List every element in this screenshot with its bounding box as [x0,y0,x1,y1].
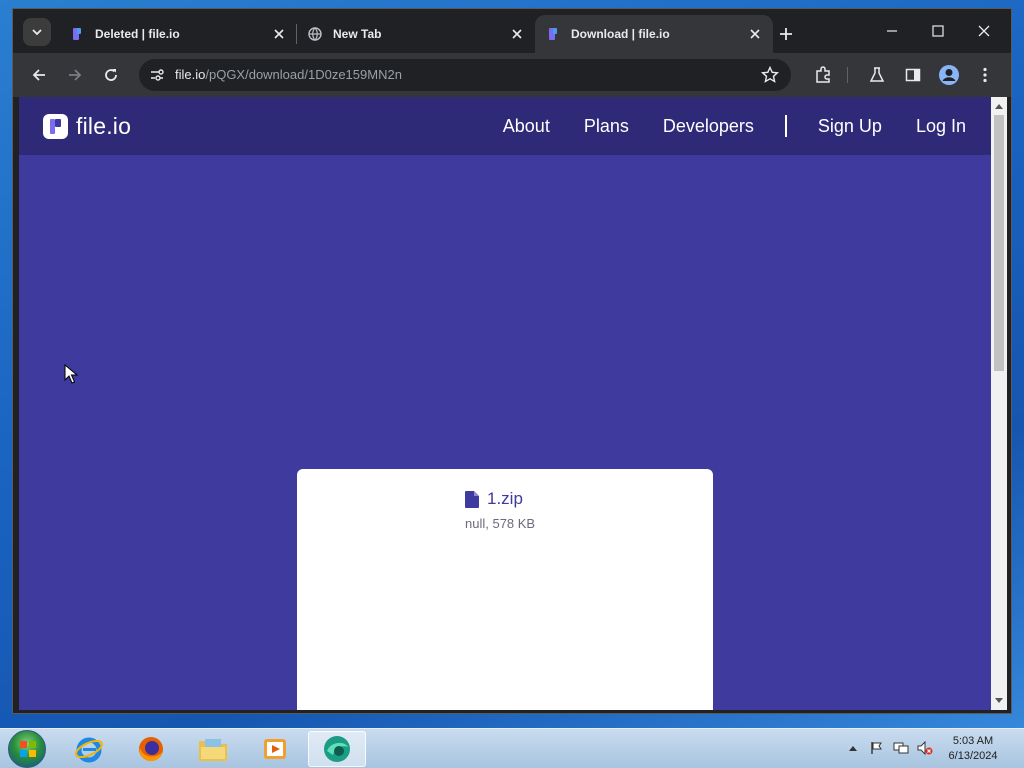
minimize-icon [887,30,897,32]
taskbar-file-explorer[interactable] [184,731,242,767]
windows-logo-icon [20,741,36,757]
logo-text: file.io [76,113,132,139]
arrow-left-icon [32,69,45,81]
start-button[interactable] [8,730,46,768]
close-icon[interactable] [747,26,763,42]
site-logo[interactable]: file.io [43,113,131,140]
clock-date: 6/13/2024 [948,750,998,762]
close-icon[interactable] [509,26,525,42]
clock-time: 5:03 AM [952,735,994,747]
scroll-down-arrow-icon[interactable] [991,694,1007,708]
taskbar-clock[interactable]: 5:03 AM 6/13/2024 [940,734,1006,764]
scrollbar-thumb[interactable] [994,115,1004,371]
menu-button[interactable] [971,61,999,89]
chevron-down-icon [32,29,42,36]
flask-icon [869,67,885,82]
firefox-icon [139,737,163,762]
url-host: file.io [175,67,206,82]
fileio-logo-icon [43,114,68,139]
nav-developers-link[interactable]: Developers [663,116,754,137]
tab-deleted[interactable]: Deleted | file.io [59,15,297,53]
folder-icon [199,739,227,761]
mouse-cursor-icon [64,364,78,384]
maximize-icon [932,25,944,37]
minimize-button[interactable] [877,19,907,43]
url-text: file.io/pQGX/download/1D0ze159MN2n [175,67,402,82]
file-icon [465,490,479,508]
tab-download[interactable]: Download | file.io [535,15,773,53]
file-meta: null, 578 KB [465,516,536,531]
browser-app-icon [324,736,350,762]
forward-button[interactable] [61,61,89,89]
file-card: 1.zip null, 578 KB [297,469,713,710]
action-center-flag-icon[interactable] [868,739,886,757]
scroll-up-arrow-icon[interactable] [991,99,1007,113]
reload-button[interactable] [97,61,125,89]
toolbar-divider [847,67,848,83]
profile-button[interactable] [935,61,963,89]
taskbar-browser-active[interactable] [308,731,366,767]
nav-divider [784,115,787,137]
file-name: 1.zip [487,489,523,508]
nav-log-in-link[interactable]: Log In [916,116,966,137]
maximize-button[interactable] [923,19,953,43]
puzzle-icon [816,66,830,83]
reload-icon [105,69,117,81]
tab-strip: Deleted | file.io New Tab Download | fil… [13,9,1011,53]
close-icon[interactable] [271,26,287,42]
arrow-right-icon [69,69,82,81]
browser-window: Deleted | file.io New Tab Download | fil… [12,8,1012,714]
tab-new-tab[interactable]: New Tab [297,15,535,53]
tab-title: Download | file.io [571,27,670,41]
internet-explorer-icon [75,737,103,763]
kebab-menu-icon [983,67,987,83]
nav-plans-link[interactable]: Plans [584,116,629,137]
tab-title: New Tab [333,27,382,41]
media-player-icon [264,739,286,759]
side-panel-button[interactable] [899,61,927,89]
page-viewport: file.io About Plans Developers Sign Up L… [19,97,1007,710]
address-bar[interactable]: file.io/pQGX/download/1D0ze159MN2n [139,59,791,91]
taskbar: 5:03 AM 6/13/2024 [0,728,1024,768]
new-tab-button[interactable] [773,21,799,47]
site-nav-links: About Plans Developers Sign Up Log In [486,97,983,155]
site-settings-icon[interactable] [149,67,165,83]
taskbar-media-player[interactable] [246,731,304,767]
side-panel-icon [905,68,921,82]
file-name-row[interactable]: 1.zip [465,489,523,509]
taskbar-internet-explorer[interactable] [60,731,118,767]
bookmark-star-icon[interactable] [761,66,779,84]
back-button[interactable] [25,61,53,89]
volume-muted-icon[interactable] [916,739,934,757]
extensions-button[interactable] [809,61,837,89]
network-icon[interactable] [892,739,910,757]
tab-title: Deleted | file.io [95,27,180,41]
nav-sign-up-link[interactable]: Sign Up [818,116,882,137]
system-tray [844,739,940,757]
tab-search-button[interactable] [23,18,51,46]
fileio-favicon-icon [545,26,561,42]
close-icon [978,25,990,37]
taskbar-firefox[interactable] [122,731,180,767]
plus-icon [780,28,792,40]
show-hidden-icons-icon[interactable] [844,739,862,757]
labs-button[interactable] [863,61,891,89]
site-header: file.io About Plans Developers Sign Up L… [19,97,991,155]
globe-icon [307,26,323,42]
nav-about-link[interactable]: About [503,116,550,137]
fileio-favicon-icon [69,26,85,42]
browser-toolbar: file.io/pQGX/download/1D0ze159MN2n [13,53,1011,97]
close-window-button[interactable] [969,19,999,43]
scrollbar[interactable] [991,97,1007,710]
avatar-icon [939,65,959,85]
url-path: /pQGX/download/1D0ze159MN2n [205,67,402,82]
